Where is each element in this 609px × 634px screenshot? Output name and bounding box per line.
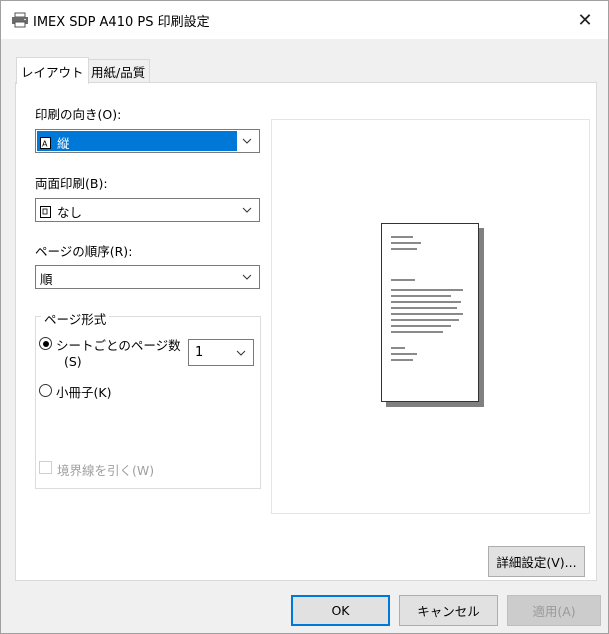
ok-button[interactable]: OK	[291, 595, 390, 626]
print-settings-dialog: IMEX SDP A410 PS 印刷設定 ✕ レイアウト 用紙/品質 印刷の向…	[0, 0, 609, 634]
single-page-icon	[40, 205, 51, 218]
pages-per-sheet-radio[interactable]	[39, 337, 52, 350]
preview-text-line	[391, 301, 461, 303]
page-order-label: ページの順序(R):	[35, 244, 133, 259]
duplex-label: 両面印刷(B):	[35, 176, 108, 191]
page-order-value: 順	[40, 272, 53, 287]
cancel-button[interactable]: キャンセル	[399, 595, 498, 626]
booklet-radio[interactable]	[39, 384, 52, 397]
close-icon: ✕	[577, 9, 593, 31]
preview-text-line	[391, 236, 413, 238]
tab-label: レイアウト	[21, 64, 84, 80]
advanced-settings-label: 詳細設定(V)...	[496, 555, 577, 570]
draw-borders-label: 境界線を引く(W)	[57, 463, 155, 478]
preview-text-line	[391, 319, 459, 321]
preview-text-line	[391, 331, 443, 333]
orientation-value: A 縦	[40, 133, 70, 152]
page-order-select[interactable]: 順	[35, 265, 260, 289]
orientation-select[interactable]: A 縦	[35, 129, 260, 153]
preview-text-line	[391, 313, 463, 315]
chevron-down-icon	[242, 207, 252, 213]
preview-text-line	[391, 359, 413, 361]
window-title: IMEX SDP A410 PS 印刷設定	[33, 15, 210, 30]
pages-per-sheet-shortcut: (S)	[64, 354, 82, 369]
draw-borders-checkbox[interactable]	[39, 461, 52, 474]
preview-text-line	[391, 295, 451, 297]
tab-label: 用紙/品質	[91, 64, 146, 80]
preview-page	[381, 223, 479, 402]
pages-per-sheet-value: 1	[195, 345, 204, 360]
tab-paper-quality[interactable]: 用紙/品質	[86, 59, 151, 82]
orientation-label: 印刷の向き(O):	[35, 107, 122, 122]
booklet-label: 小冊子(K)	[56, 385, 112, 400]
advanced-settings-button[interactable]: 詳細設定(V)...	[488, 546, 585, 577]
apply-label: 適用(A)	[532, 604, 576, 619]
preview-text-line	[391, 307, 457, 309]
preview-text-line	[391, 248, 417, 250]
tab-layout[interactable]: レイアウト	[16, 57, 89, 84]
preview-text-line	[391, 353, 417, 355]
cancel-label: キャンセル	[417, 604, 480, 619]
pages-per-sheet-select[interactable]: 1	[188, 339, 254, 366]
preview-text-line	[391, 289, 463, 291]
page-format-title: ページ形式	[41, 309, 110, 328]
preview-text-line	[391, 242, 421, 244]
preview-text-line	[391, 325, 451, 327]
ok-label: OK	[331, 603, 350, 618]
close-button[interactable]: ✕	[562, 1, 608, 39]
portrait-page-icon: A	[40, 136, 51, 149]
pages-per-sheet-label: シートごとのページ数	[56, 338, 181, 353]
preview-text-line	[391, 279, 415, 281]
duplex-select[interactable]: なし	[35, 198, 260, 222]
chevron-down-icon	[242, 274, 252, 280]
orientation-value-text: 縦	[57, 136, 70, 151]
apply-button[interactable]: 適用(A)	[507, 595, 601, 626]
title-bar: IMEX SDP A410 PS 印刷設定 ✕	[1, 1, 608, 39]
svg-text:A: A	[42, 139, 48, 148]
printer-icon	[12, 12, 28, 28]
chevron-down-icon	[236, 350, 246, 356]
duplex-value: なし	[40, 202, 82, 221]
preview-text-line	[391, 347, 405, 349]
chevron-down-icon	[242, 138, 252, 144]
duplex-value-text: なし	[57, 205, 83, 220]
